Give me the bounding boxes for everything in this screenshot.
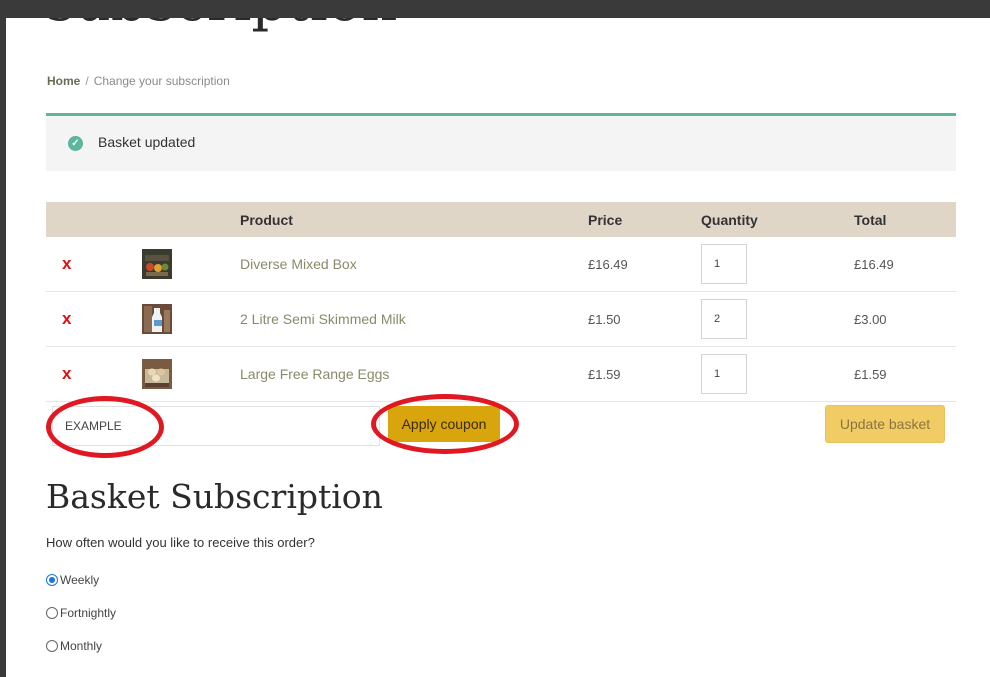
radio-monthly[interactable] [46, 640, 58, 652]
breadcrumb: Home / Change your subscription [47, 74, 230, 88]
item-price: £1.59 [588, 346, 701, 402]
frequency-option-monthly[interactable]: Monthly [46, 639, 102, 653]
cart-table: Product Price Quantity Total x Diverse M… [46, 202, 956, 402]
page-content: subscription Home / Change your subscripti… [6, 18, 990, 677]
frequency-option-fortnightly[interactable]: Fortnightly [46, 606, 116, 620]
radio-fortnightly[interactable] [46, 607, 58, 619]
remove-item-button[interactable]: x [46, 254, 71, 274]
quantity-input[interactable] [701, 244, 747, 284]
product-link[interactable]: Diverse Mixed Box [240, 256, 357, 272]
window-top-bar [0, 0, 990, 18]
apply-coupon-button[interactable]: Apply coupon [388, 406, 500, 442]
product-thumbnail-milk[interactable] [142, 304, 172, 334]
quantity-input[interactable] [701, 299, 747, 339]
remove-item-button[interactable]: x [46, 364, 71, 384]
frequency-label-fortnightly: Fortnightly [60, 606, 117, 620]
frequency-label-monthly: Monthly [60, 639, 103, 653]
subscription-question: How often would you like to receive this… [46, 535, 315, 550]
basket-updated-notice: ✓ Basket updated [46, 113, 956, 171]
breadcrumb-current: Change your subscription [93, 74, 230, 88]
item-price: £16.49 [588, 237, 701, 292]
item-price: £1.50 [588, 291, 701, 347]
update-basket-button[interactable]: Update basket [825, 405, 945, 443]
breadcrumb-separator: / [85, 74, 89, 88]
product-link[interactable]: Large Free Range Eggs [240, 366, 389, 382]
check-circle-icon: ✓ [68, 136, 83, 151]
header-product: Product [240, 211, 293, 228]
header-quantity: Quantity [701, 211, 758, 228]
cart-header-row: Product Price Quantity Total [46, 202, 956, 237]
product-link[interactable]: 2 Litre Semi Skimmed Milk [240, 311, 406, 327]
item-total: £16.49 [854, 237, 956, 292]
product-thumbnail-mixed-box[interactable] [142, 249, 172, 279]
header-total: Total [854, 211, 887, 228]
table-row: x Large Free Range Eggs £1.59 £1.59 [46, 346, 956, 402]
coupon-code-input[interactable] [52, 406, 380, 446]
item-total: £3.00 [854, 291, 956, 347]
quantity-input[interactable] [701, 354, 747, 394]
frequency-option-weekly[interactable]: Weekly [46, 573, 99, 587]
header-price: Price [588, 211, 623, 228]
page-title: subscription [46, 18, 397, 38]
item-total: £1.59 [854, 346, 956, 402]
remove-item-button[interactable]: x [46, 309, 71, 329]
subscription-title: Basket Subscription [46, 477, 383, 516]
table-row: x 2 Litre Semi Skimmed Milk £1.50 £3.00 [46, 291, 956, 347]
product-thumbnail-eggs[interactable] [142, 359, 172, 389]
frequency-label-weekly: Weekly [60, 573, 100, 587]
breadcrumb-home-link[interactable]: Home [47, 74, 80, 88]
notice-text: Basket updated [98, 134, 196, 150]
header-remove [46, 202, 142, 237]
header-thumbnail [142, 202, 240, 237]
table-row: x Diverse Mixed Box £16.49 £16.49 [46, 237, 956, 292]
radio-weekly[interactable] [46, 574, 58, 586]
